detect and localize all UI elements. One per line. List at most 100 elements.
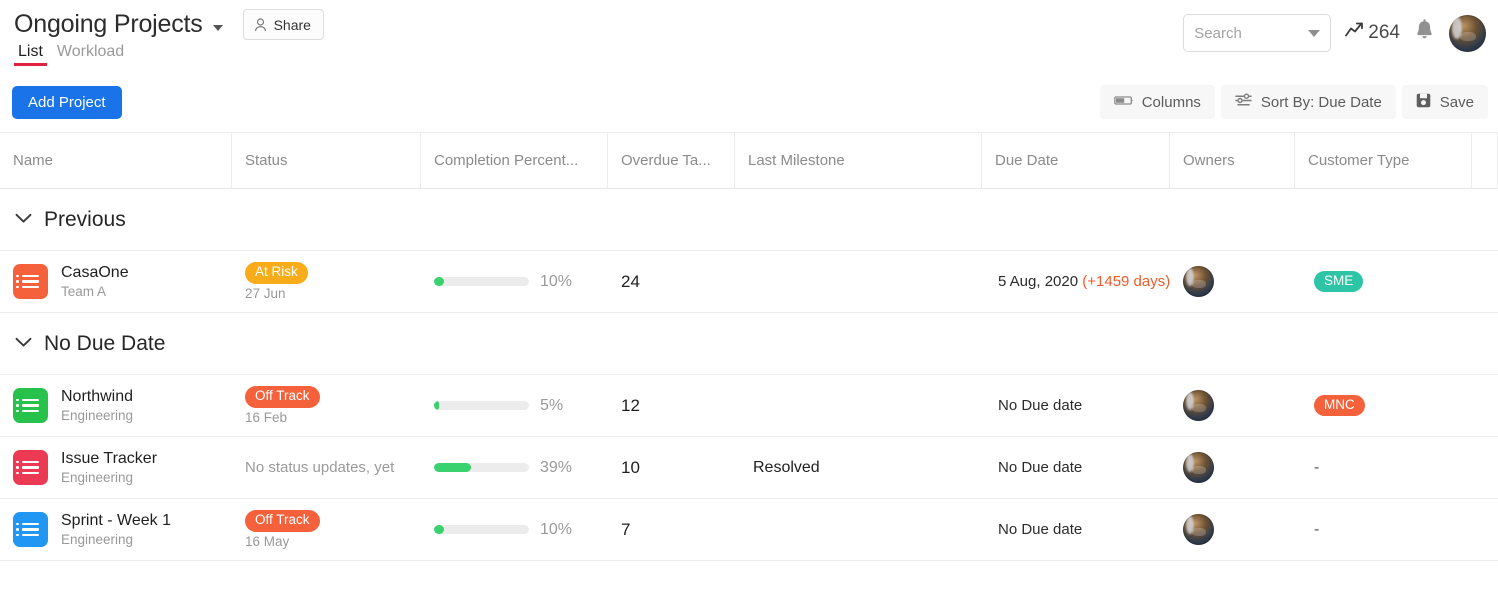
owner-avatar[interactable] — [1183, 514, 1214, 545]
top-bar: Ongoing Projects Share List Workload Sea… — [0, 0, 1498, 72]
due-date-text: No Due date — [998, 459, 1083, 476]
progress-fill — [434, 401, 439, 410]
customer-type-empty: - — [1314, 458, 1320, 476]
chevron-down-icon[interactable] — [15, 335, 32, 353]
cell-completion: 10% — [421, 251, 608, 313]
cell-name[interactable]: Issue Tracker Engineering — [0, 437, 232, 499]
table-row[interactable]: CasaOne Team A At Risk 27 Jun 10% 24 5 Aug, 20… — [0, 251, 1498, 313]
group-title: Previous — [44, 207, 126, 231]
overdue-count: 12 — [621, 395, 640, 415]
toolbar-right: Columns Sort By: Due Date Save — [1099, 85, 1488, 119]
activity-stat[interactable]: 264 — [1345, 22, 1400, 44]
cell-name[interactable]: Sprint - Week 1 Engineering — [0, 499, 232, 561]
cell-spacer — [1472, 375, 1498, 437]
status-badge[interactable]: Off Track — [245, 385, 320, 408]
project-list-icon — [13, 264, 48, 299]
column-header-completion[interactable]: Completion Percent... — [421, 132, 608, 189]
project-name[interactable]: Sprint - Week 1 — [61, 512, 171, 530]
owner-avatar[interactable] — [1183, 452, 1214, 483]
cell-completion: 10% — [421, 499, 608, 561]
cell-overdue: 10 — [608, 437, 735, 499]
cell-overdue: 24 — [608, 251, 735, 313]
floppy-disk-icon — [1416, 93, 1431, 112]
cell-owners — [1170, 251, 1295, 313]
milestone-text: Resolved — [753, 458, 820, 476]
save-button[interactable]: Save — [1401, 85, 1488, 119]
name-texts: Northwind Engineering — [61, 388, 133, 424]
due-date-text: No Due date — [998, 521, 1083, 538]
column-header-customer-type[interactable]: Customer Type — [1295, 132, 1472, 189]
user-avatar[interactable] — [1449, 14, 1486, 52]
chevron-down-icon[interactable] — [212, 24, 223, 31]
column-header-due-date[interactable]: Due Date — [982, 132, 1170, 189]
progress-track — [434, 277, 529, 286]
project-team: Engineering — [61, 531, 134, 547]
column-header-milestone[interactable]: Last Milestone — [735, 132, 982, 189]
cell-completion: 5% — [421, 375, 608, 437]
trend-up-icon — [1345, 22, 1364, 44]
status-empty-text: No status updates, yet — [245, 459, 395, 476]
search-input[interactable] — [1194, 24, 1309, 42]
group-header[interactable]: No Due Date — [0, 313, 1498, 375]
cell-owners — [1170, 375, 1295, 437]
cell-milestone — [735, 251, 982, 313]
table-row[interactable]: Northwind Engineering Off Track 16 Feb 5% 12 N… — [0, 375, 1498, 437]
cell-name[interactable]: CasaOne Team A — [0, 251, 232, 313]
progress-wrap: 10% — [434, 521, 572, 539]
progress-wrap: 5% — [434, 397, 563, 415]
status-wrap: At Risk 27 Jun — [245, 261, 308, 302]
cell-status[interactable]: At Risk 27 Jun — [232, 251, 421, 313]
status-date: 16 May — [245, 533, 290, 549]
overdue-days-text: (+1459 days) — [1082, 273, 1170, 290]
cell-due-date: 5 Aug, 2020 (+1459 days) — [982, 251, 1170, 313]
cell-overdue: 7 — [608, 499, 735, 561]
search-box[interactable] — [1183, 14, 1332, 52]
columns-button-label: Columns — [1141, 93, 1201, 111]
sliders-icon — [1235, 93, 1252, 112]
status-badge[interactable]: At Risk — [245, 261, 308, 284]
progress-wrap: 39% — [434, 459, 572, 477]
toolbar: Add Project Columns Sort By: Due Date Sa… — [0, 72, 1498, 132]
cell-status[interactable]: Off Track 16 Feb — [232, 375, 421, 437]
search-dropdown-icon[interactable] — [1308, 29, 1321, 37]
project-list-icon — [13, 450, 48, 485]
column-header-status[interactable]: Status — [232, 132, 421, 189]
project-name[interactable]: CasaOne — [61, 264, 129, 282]
cell-status[interactable]: No status updates, yet — [232, 437, 421, 499]
progress-fill — [434, 525, 444, 534]
project-team: Engineering — [61, 407, 134, 423]
progress-label: 5% — [540, 396, 564, 414]
chevron-down-icon[interactable] — [15, 211, 32, 229]
customer-type-badge[interactable]: MNC — [1314, 394, 1365, 417]
bell-icon[interactable] — [1414, 19, 1435, 47]
cell-owners — [1170, 499, 1295, 561]
project-list-icon — [13, 388, 48, 423]
tab-list[interactable]: List — [14, 43, 47, 66]
project-name[interactable]: Issue Tracker — [61, 450, 157, 468]
sort-button[interactable]: Sort By: Due Date — [1220, 85, 1396, 119]
cell-status[interactable]: Off Track 16 May — [232, 499, 421, 561]
column-header-name[interactable]: Name — [0, 132, 232, 189]
owner-avatar[interactable] — [1183, 390, 1214, 421]
name-texts: Sprint - Week 1 Engineering — [61, 512, 171, 548]
customer-type-badge[interactable]: SME — [1314, 270, 1364, 293]
table-row[interactable]: Sprint - Week 1 Engineering Off Track 16 Ma… — [0, 499, 1498, 561]
activity-stat-value: 264 — [1368, 22, 1400, 43]
column-header-owners[interactable]: Owners — [1170, 132, 1295, 189]
share-button[interactable]: Share — [242, 9, 324, 40]
group-header[interactable]: Previous — [0, 189, 1498, 251]
status-badge[interactable]: Off Track — [245, 509, 320, 532]
cell-spacer — [1472, 251, 1498, 313]
cell-milestone — [735, 375, 982, 437]
save-button-label: Save — [1439, 93, 1474, 111]
column-header-overdue[interactable]: Overdue Ta... — [608, 132, 735, 189]
columns-button[interactable]: Columns — [1099, 85, 1215, 119]
cell-customer-type: - — [1295, 437, 1472, 499]
owner-avatar[interactable] — [1183, 266, 1214, 297]
table-row[interactable]: Issue Tracker Engineering No status update… — [0, 437, 1498, 499]
table-body: Previous CasaOne Team A At Risk 27 Jun 10% 24 5… — [0, 189, 1498, 561]
tab-workload[interactable]: Workload — [57, 43, 124, 66]
add-project-button[interactable]: Add Project — [12, 85, 122, 119]
cell-name[interactable]: Northwind Engineering — [0, 375, 232, 437]
project-name[interactable]: Northwind — [61, 388, 133, 406]
